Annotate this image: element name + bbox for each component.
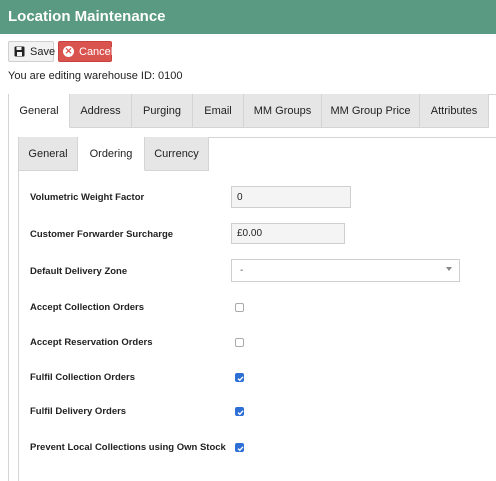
fulfil-collection-orders-label: Fulfil Collection Orders [30,372,136,383]
fulfil-collection-orders-checkbox[interactable] [235,373,244,382]
page-title: Location Maintenance [8,8,166,25]
subtab-currency[interactable]: Currency [145,137,209,171]
tab-attributes[interactable]: Attributes [420,94,489,128]
save-button[interactable]: Save [8,41,56,62]
tab-email[interactable]: Email [193,94,244,128]
subtab-general[interactable]: General [19,137,78,171]
editing-status-text: You are editing warehouse ID: 0100 [8,70,183,82]
volumetric-weight-factor-input[interactable]: 0 [231,186,351,208]
title-bar: Location Maintenance [0,0,496,34]
prevent-local-collections-checkbox[interactable] [235,443,244,452]
tab-mm-group-price[interactable]: MM Group Price [322,94,420,128]
cancel-label: Cancel [79,45,114,58]
check-icon [237,446,244,452]
volumetric-weight-factor-value: 0 [237,191,243,203]
accept-reservation-orders-label: Accept Reservation Orders [30,337,153,348]
floppy-disk-icon [14,46,25,57]
accept-collection-orders-label: Accept Collection Orders [30,302,145,313]
fulfil-delivery-orders-label: Fulfil Delivery Orders [30,406,127,417]
customer-forwarder-surcharge-value: £0.00 [237,228,263,239]
fulfil-delivery-orders-checkbox[interactable] [235,407,244,416]
cancel-button[interactable]: ✕ Cancel [58,41,114,62]
accept-collection-orders-checkbox[interactable] [235,303,244,312]
default-delivery-zone-select[interactable]: - [231,259,460,282]
prevent-local-collections-label: Prevent Local Collections using Own Stoc… [30,442,226,453]
outer-tab-bar: General Address Purging Email MM Groups … [9,94,489,128]
default-delivery-zone-label: Default Delivery Zone [30,266,128,277]
close-circle-icon: ✕ [63,46,74,57]
default-delivery-zone-value: - [240,265,244,276]
volumetric-weight-factor-label: Volumetric Weight Factor [30,192,145,203]
customer-forwarder-surcharge-label: Customer Forwarder Surcharge [30,229,174,240]
check-icon [237,410,244,416]
save-label: Save [30,45,56,58]
tab-general[interactable]: General [9,94,70,128]
tab-mm-groups[interactable]: MM Groups [244,94,322,128]
customer-forwarder-surcharge-input[interactable]: £0.00 [231,223,345,244]
subtab-ordering[interactable]: Ordering [78,137,145,171]
accept-reservation-orders-checkbox[interactable] [235,338,244,347]
tab-address[interactable]: Address [70,94,132,128]
chevron-down-icon [446,267,452,271]
tab-purging[interactable]: Purging [132,94,193,128]
inner-tab-bar: General Ordering Currency [19,137,209,171]
check-icon [237,376,244,382]
